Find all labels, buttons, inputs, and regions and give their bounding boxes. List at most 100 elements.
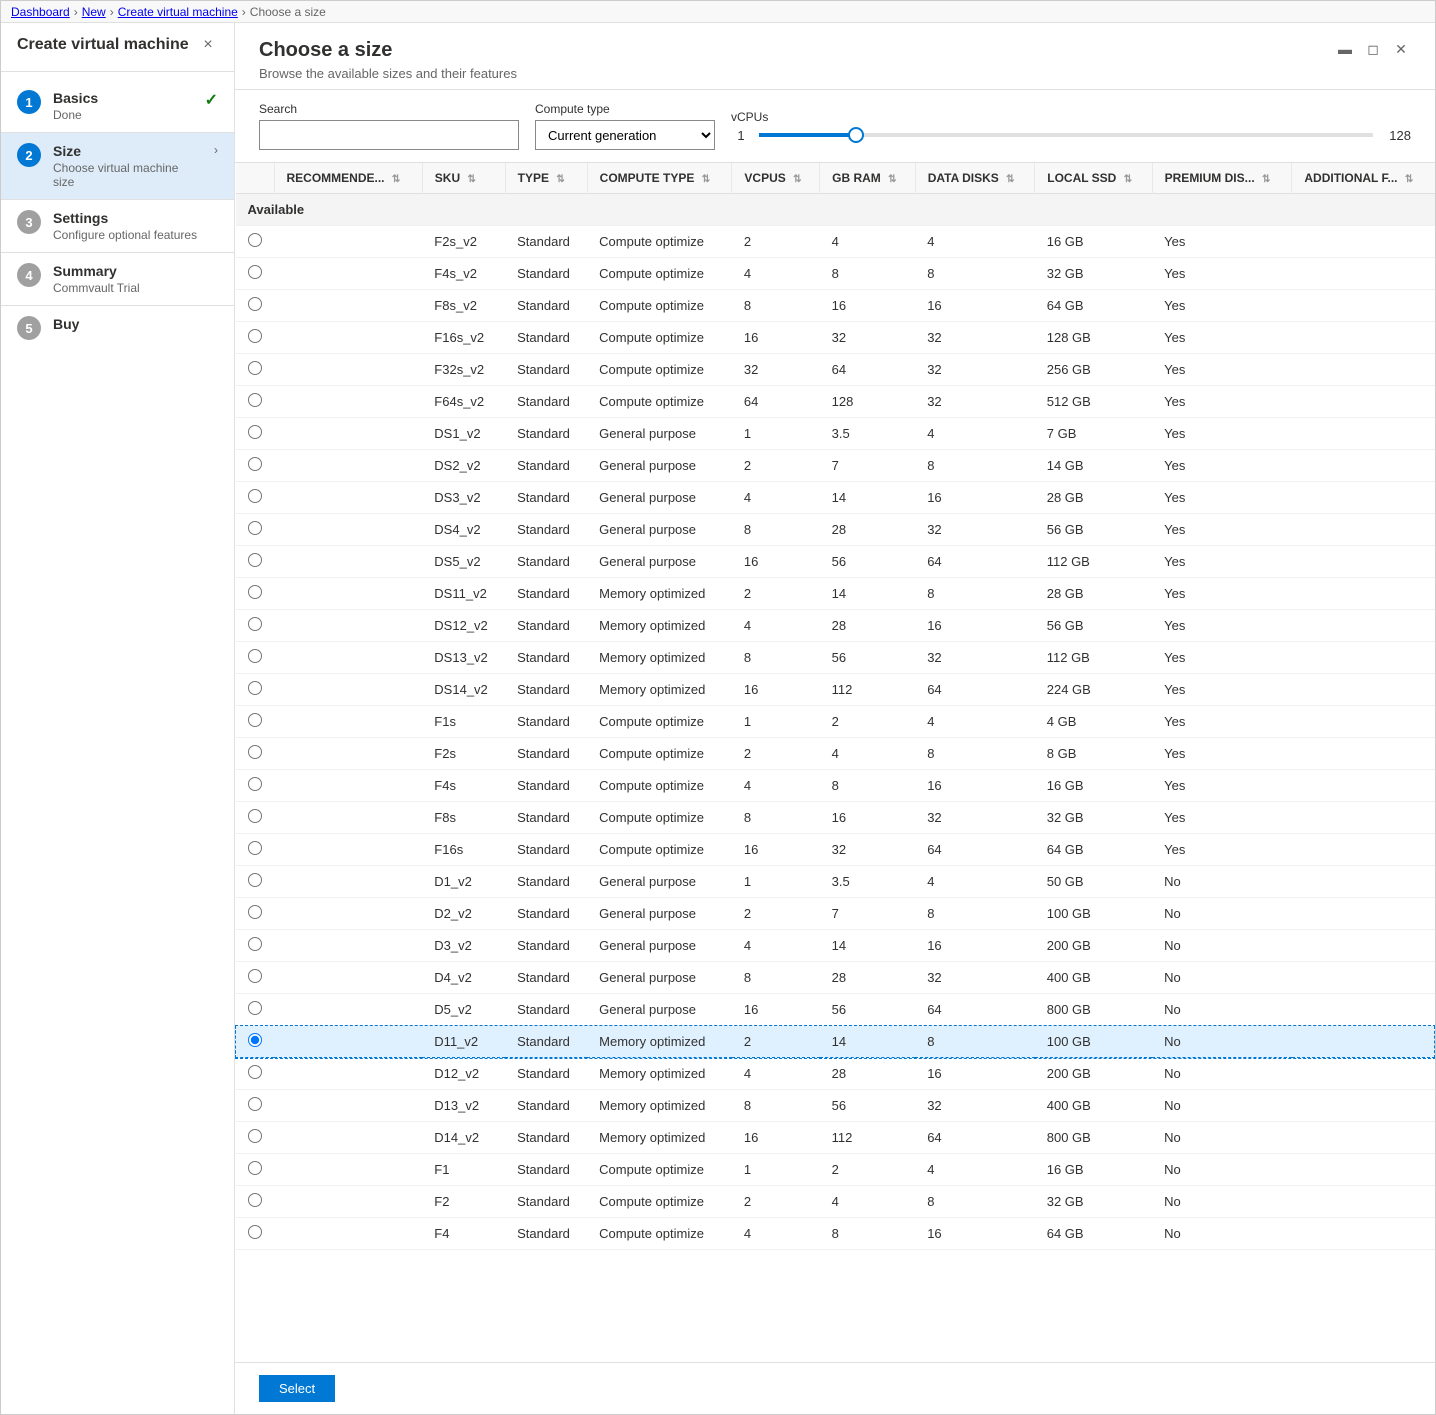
- size-radio-1[interactable]: [248, 265, 262, 279]
- table-row[interactable]: D11_v2 Standard Memory optimized 2 14 8 …: [236, 1026, 1435, 1058]
- table-row[interactable]: F4s_v2 Standard Compute optimize 4 8 8 3…: [236, 258, 1435, 290]
- vcpu-slider[interactable]: [759, 133, 1373, 137]
- search-input[interactable]: [259, 120, 519, 150]
- size-radio-28[interactable]: [248, 1129, 262, 1143]
- close-button[interactable]: ×: [198, 35, 218, 55]
- col-sku[interactable]: SKU ⇅: [422, 163, 505, 194]
- size-radio-0[interactable]: [248, 233, 262, 247]
- table-row[interactable]: F8s_v2 Standard Compute optimize 8 16 16…: [236, 290, 1435, 322]
- table-row[interactable]: DS13_v2 Standard Memory optimized 8 56 3…: [236, 642, 1435, 674]
- size-radio-8[interactable]: [248, 489, 262, 503]
- size-radio-29[interactable]: [248, 1161, 262, 1175]
- size-radio-16[interactable]: [248, 745, 262, 759]
- size-radio-26[interactable]: [248, 1065, 262, 1079]
- size-radio-15[interactable]: [248, 713, 262, 727]
- table-row[interactable]: DS14_v2 Standard Memory optimized 16 112…: [236, 674, 1435, 706]
- vcpu-slider-row: 1 128: [731, 128, 1411, 143]
- table-row[interactable]: D14_v2 Standard Memory optimized 16 112 …: [236, 1122, 1435, 1154]
- table-row[interactable]: DS11_v2 Standard Memory optimized 2 14 8…: [236, 578, 1435, 610]
- table-row[interactable]: F8s Standard Compute optimize 8 16 32 32…: [236, 802, 1435, 834]
- table-row[interactable]: DS4_v2 Standard General purpose 8 28 32 …: [236, 514, 1435, 546]
- cell-type: Standard: [505, 226, 587, 258]
- table-row[interactable]: F1 Standard Compute optimize 1 2 4 16 GB…: [236, 1154, 1435, 1186]
- compute-type-select[interactable]: Current generation All generations Class…: [535, 120, 715, 150]
- table-row[interactable]: DS12_v2 Standard Memory optimized 4 28 1…: [236, 610, 1435, 642]
- table-row[interactable]: F64s_v2 Standard Compute optimize 64 128…: [236, 386, 1435, 418]
- size-radio-20[interactable]: [248, 873, 262, 887]
- cell-sku: F16s_v2: [422, 322, 505, 354]
- size-radio-4[interactable]: [248, 361, 262, 375]
- size-radio-23[interactable]: [248, 969, 262, 983]
- col-type[interactable]: TYPE ⇅: [505, 163, 587, 194]
- size-radio-17[interactable]: [248, 777, 262, 791]
- size-radio-12[interactable]: [248, 617, 262, 631]
- step-content-1: Basics Done: [53, 90, 193, 122]
- size-radio-24[interactable]: [248, 1001, 262, 1015]
- sidebar-item-buy[interactable]: 5 Buy ›: [1, 306, 234, 350]
- close-window-button[interactable]: ✕: [1391, 39, 1411, 59]
- col-local-ssd[interactable]: LOCAL SSD ⇅: [1035, 163, 1152, 194]
- table-row[interactable]: D4_v2 Standard General purpose 8 28 32 4…: [236, 962, 1435, 994]
- table-row[interactable]: F16s Standard Compute optimize 16 32 64 …: [236, 834, 1435, 866]
- breadcrumb-dashboard[interactable]: Dashboard: [11, 5, 70, 19]
- table-row[interactable]: D2_v2 Standard General purpose 2 7 8 100…: [236, 898, 1435, 930]
- size-radio-31[interactable]: [248, 1225, 262, 1239]
- col-premium-dis[interactable]: PREMIUM DIS... ⇅: [1152, 163, 1292, 194]
- radio-cell: [236, 226, 275, 258]
- breadcrumb-create-vm[interactable]: Create virtual machine: [118, 5, 238, 19]
- col-recommended[interactable]: RECOMMENDE... ⇅: [274, 163, 422, 194]
- table-row[interactable]: D12_v2 Standard Memory optimized 4 28 16…: [236, 1058, 1435, 1090]
- sidebar-item-basics[interactable]: 1 Basics Done ✓: [1, 80, 234, 132]
- size-radio-22[interactable]: [248, 937, 262, 951]
- size-radio-18[interactable]: [248, 809, 262, 823]
- size-radio-6[interactable]: [248, 425, 262, 439]
- cell-gb-ram: 14: [820, 482, 916, 514]
- col-data-disks[interactable]: DATA DISKS ⇅: [915, 163, 1035, 194]
- maximize-button[interactable]: ◻: [1363, 39, 1383, 59]
- size-radio-3[interactable]: [248, 329, 262, 343]
- sidebar-item-size[interactable]: 2 Size Choose virtual machine size ›: [1, 133, 234, 199]
- table-row[interactable]: D3_v2 Standard General purpose 4 14 16 2…: [236, 930, 1435, 962]
- size-radio-7[interactable]: [248, 457, 262, 471]
- table-row[interactable]: DS2_v2 Standard General purpose 2 7 8 14…: [236, 450, 1435, 482]
- table-row[interactable]: F2s Standard Compute optimize 2 4 8 8 GB…: [236, 738, 1435, 770]
- size-radio-25[interactable]: [248, 1033, 262, 1047]
- table-row[interactable]: F2 Standard Compute optimize 2 4 8 32 GB…: [236, 1186, 1435, 1218]
- size-radio-13[interactable]: [248, 649, 262, 663]
- size-radio-19[interactable]: [248, 841, 262, 855]
- size-radio-14[interactable]: [248, 681, 262, 695]
- table-row[interactable]: F1s Standard Compute optimize 1 2 4 4 GB…: [236, 706, 1435, 738]
- table-row[interactable]: DS5_v2 Standard General purpose 16 56 64…: [236, 546, 1435, 578]
- table-row[interactable]: F2s_v2 Standard Compute optimize 2 4 4 1…: [236, 226, 1435, 258]
- select-button[interactable]: Select: [259, 1375, 335, 1402]
- table-row[interactable]: DS3_v2 Standard General purpose 4 14 16 …: [236, 482, 1435, 514]
- size-radio-21[interactable]: [248, 905, 262, 919]
- cell-recommended: [274, 610, 422, 642]
- size-radio-10[interactable]: [248, 553, 262, 567]
- col-compute-type[interactable]: COMPUTE TYPE ⇅: [587, 163, 732, 194]
- size-radio-5[interactable]: [248, 393, 262, 407]
- table-row[interactable]: D13_v2 Standard Memory optimized 8 56 32…: [236, 1090, 1435, 1122]
- breadcrumb-new[interactable]: New: [82, 5, 106, 19]
- col-vcpus[interactable]: VCPUS ⇅: [732, 163, 820, 194]
- size-radio-9[interactable]: [248, 521, 262, 535]
- table-row[interactable]: F4s Standard Compute optimize 4 8 16 16 …: [236, 770, 1435, 802]
- sort-icon-premium-dis: ⇅: [1262, 174, 1270, 185]
- sidebar-item-summary[interactable]: 4 Summary Commvault Trial ›: [1, 253, 234, 305]
- table-row[interactable]: D5_v2 Standard General purpose 16 56 64 …: [236, 994, 1435, 1026]
- size-radio-30[interactable]: [248, 1193, 262, 1207]
- col-additional-f[interactable]: ADDITIONAL F... ⇅: [1292, 163, 1435, 194]
- table-row[interactable]: F16s_v2 Standard Compute optimize 16 32 …: [236, 322, 1435, 354]
- cell-vcpus: 2: [732, 450, 820, 482]
- table-row[interactable]: F32s_v2 Standard Compute optimize 32 64 …: [236, 354, 1435, 386]
- minimize-button[interactable]: ▬: [1335, 39, 1355, 59]
- col-gb-ram[interactable]: GB RAM ⇅: [820, 163, 916, 194]
- table-row[interactable]: F4 Standard Compute optimize 4 8 16 64 G…: [236, 1218, 1435, 1250]
- cell-recommended: [274, 1090, 422, 1122]
- size-radio-27[interactable]: [248, 1097, 262, 1111]
- size-radio-2[interactable]: [248, 297, 262, 311]
- sidebar-item-settings[interactable]: 3 Settings Configure optional features ›: [1, 200, 234, 252]
- size-radio-11[interactable]: [248, 585, 262, 599]
- table-row[interactable]: D1_v2 Standard General purpose 1 3.5 4 5…: [236, 866, 1435, 898]
- table-row[interactable]: DS1_v2 Standard General purpose 1 3.5 4 …: [236, 418, 1435, 450]
